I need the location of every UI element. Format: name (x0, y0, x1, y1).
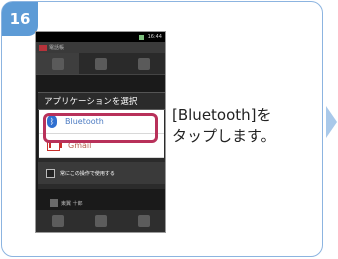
contact-row[interactable]: 東翼 十郎 (36, 197, 165, 209)
search-icon[interactable] (137, 215, 150, 227)
app-title: 電話帳 (49, 45, 65, 51)
instruction-line-2: タップします。 (172, 127, 276, 145)
always-use-checkbox[interactable] (46, 168, 55, 178)
status-bar: 16:44 (36, 32, 165, 42)
instruction-text: [Bluetooth]を タップします。 (172, 105, 320, 147)
phone-bottom-bar (36, 210, 165, 232)
status-time: 16:44 (147, 34, 162, 40)
always-use-row[interactable]: 常にこの操作で使用する (38, 162, 165, 184)
contacts-icon (51, 57, 64, 70)
step-number-badge: 16 (2, 2, 38, 36)
always-use-label: 常にこの操作で使用する (60, 170, 115, 177)
dialog-title: アプリケーションを選択 (38, 93, 165, 110)
next-step-arrow-icon (326, 106, 337, 138)
tab-history[interactable] (79, 53, 122, 74)
profile-icon (137, 57, 150, 70)
battery-icon (138, 34, 144, 40)
app-header: 電話帳 (36, 42, 165, 53)
instruction-line-1: [Bluetooth]を (172, 106, 272, 124)
app-logo-icon (39, 44, 47, 51)
tab-profile[interactable] (122, 53, 165, 74)
bluetooth-highlight-frame (43, 113, 158, 143)
history-icon (94, 57, 107, 70)
phone-tab-bar (36, 53, 165, 75)
tab-contacts[interactable] (36, 53, 79, 74)
avatar (50, 199, 58, 207)
edit-icon[interactable] (51, 215, 64, 227)
contact-name: 東翼 十郎 (61, 200, 83, 207)
menu-icon[interactable] (94, 215, 107, 227)
